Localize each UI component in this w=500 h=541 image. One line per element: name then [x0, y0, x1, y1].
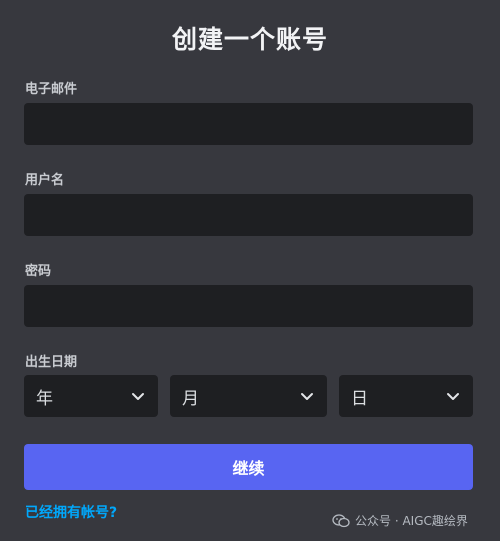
- email-field[interactable]: [24, 103, 473, 145]
- email-label: 电子邮件: [25, 82, 78, 97]
- continue-button[interactable]: 继续: [24, 444, 473, 490]
- create-account-page: 创建一个账号 电子邮件 用户名 密码 出生日期 年 月 日 继续 已经拥有帐号?…: [0, 0, 500, 541]
- chevron-down-icon: [132, 393, 144, 400]
- day-select[interactable]: 日: [339, 375, 473, 417]
- year-select-value: 年: [36, 388, 53, 409]
- password-field[interactable]: [24, 285, 473, 327]
- already-have-account-link[interactable]: 已经拥有帐号?: [25, 502, 117, 522]
- chevron-down-icon: [447, 393, 459, 400]
- page-title: 创建一个账号: [171, 25, 328, 54]
- username-label: 用户名: [25, 173, 65, 188]
- watermark-text: 公众号 · AIGC趣绘界: [355, 514, 468, 528]
- date-of-birth-label: 出生日期: [25, 355, 78, 370]
- watermark: 公众号 · AIGC趣绘界: [332, 512, 468, 529]
- year-select[interactable]: 年: [24, 375, 158, 417]
- month-select-value: 月: [182, 388, 199, 409]
- wechat-icon: [332, 513, 350, 527]
- day-select-value: 日: [351, 388, 368, 409]
- month-select[interactable]: 月: [170, 375, 327, 417]
- username-field[interactable]: [24, 194, 473, 236]
- password-label: 密码: [25, 264, 52, 279]
- chevron-down-icon: [301, 393, 313, 400]
